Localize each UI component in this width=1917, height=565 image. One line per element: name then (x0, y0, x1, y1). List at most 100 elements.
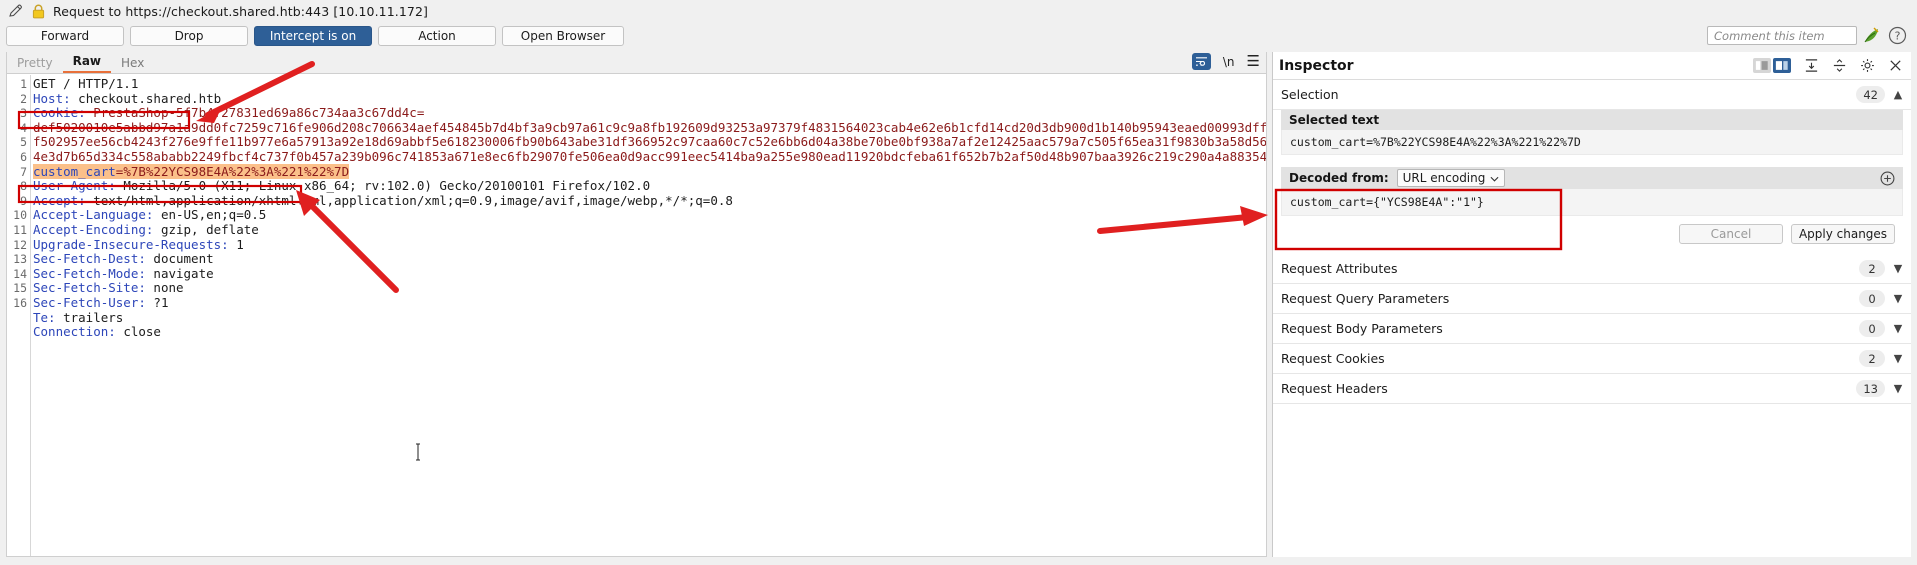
header-continuation-line: f502957ee56cb4243f276e9ffe11b977e6a57913… (33, 134, 1266, 150)
drop-button[interactable]: Drop (130, 26, 248, 46)
line-number: 5 (20, 135, 27, 150)
section-count-badge: 0 (1859, 290, 1885, 307)
expand-all-icon[interactable] (1804, 58, 1819, 73)
request-title: Request to https://checkout.shared.htb:4… (53, 3, 428, 19)
request-editor-panel: Pretty Raw Hex \n ☰ 1 2 3 4 5 6 7 8 9 10 11 12 13 14 1… (6, 52, 1267, 557)
intercept-toggle-button[interactable]: Intercept is on (254, 26, 372, 46)
inspector-panel: Inspector Selection 42 ▲ Selected text c… (1272, 52, 1911, 557)
section-label: Request Headers (1281, 381, 1388, 396)
chevron-down-icon[interactable]: ▼ (1893, 322, 1903, 335)
svg-text:?: ? (1895, 30, 1901, 43)
line-number: 10 (13, 208, 27, 223)
burp-proxy-intercept-window: Request to https://checkout.shared.htb:4… (0, 0, 1917, 565)
collapse-all-icon[interactable] (1832, 58, 1847, 73)
section-selection[interactable]: Selection 42 ▲ (1273, 80, 1911, 110)
line-number: 11 (13, 222, 27, 237)
comment-input[interactable]: Comment this item (1707, 26, 1857, 45)
tab-hex[interactable]: Hex (111, 55, 154, 73)
header-line: Accept-Encoding: gzip, deflate (33, 221, 259, 237)
help-circle-icon[interactable]: ? (1888, 26, 1907, 45)
tab-pretty[interactable]: Pretty (7, 55, 63, 73)
section-label: Request Cookies (1281, 351, 1385, 366)
request-text-content[interactable]: GET / HTTP/1.1 Host: checkout.shared.htb C… (33, 75, 1266, 556)
forward-button[interactable]: Forward (6, 26, 124, 46)
header-line: Cookie: PrestaShop-5f7b4f27831ed69a86c73… (33, 105, 425, 121)
header-line: Host: checkout.shared.htb (33, 90, 222, 106)
panel-right-icon[interactable] (1773, 58, 1791, 73)
chevron-down-icon[interactable]: ▼ (1893, 352, 1903, 365)
header-continuation-line: def5020010e5abbd97a1a9dd0fc7259c716fe906… (33, 119, 1266, 135)
open-browser-button[interactable]: Open Browser (502, 26, 624, 46)
inspector-title: Inspector (1279, 57, 1354, 74)
section-request-cookies[interactable]: Request Cookies 2 ▼ (1273, 344, 1911, 374)
section-count-badge: 2 (1859, 350, 1885, 367)
feather-icon[interactable] (1862, 26, 1881, 45)
section-count-badge: 0 (1859, 320, 1885, 337)
selection-count-badge: 42 (1856, 86, 1885, 103)
selection-label: Selection (1281, 87, 1339, 102)
header-line: Te: trailers (33, 309, 124, 325)
section-request-body-parameters[interactable]: Request Body Parameters 0 ▼ (1273, 314, 1911, 344)
line-number: 14 (13, 266, 27, 281)
line-number: 7 (20, 164, 27, 179)
plus-circle-icon[interactable] (1880, 171, 1895, 186)
request-line: GET / HTTP/1.1 (33, 76, 139, 91)
layout-toggle-group (1753, 58, 1791, 73)
action-button[interactable]: Action (378, 26, 496, 46)
editor-view-tabs: Pretty Raw Hex \n ☰ (7, 52, 1266, 74)
line-number: 12 (13, 237, 27, 252)
line-number: 4 (20, 120, 27, 135)
chevron-down-icon[interactable]: ▼ (1893, 262, 1903, 275)
section-count-badge: 2 (1859, 260, 1885, 277)
tab-raw[interactable]: Raw (62, 53, 112, 73)
cancel-button[interactable]: Cancel (1679, 224, 1783, 244)
header-line: Connection: close (33, 324, 161, 340)
section-count-badge: 13 (1856, 380, 1885, 397)
chevron-down-icon[interactable]: ▼ (1893, 292, 1903, 305)
line-number: 16 (13, 295, 27, 310)
line-number: 1 (20, 77, 27, 91)
proxy-action-toolbar: Forward Drop Intercept is on Action Open… (0, 24, 1917, 48)
line-number-gutter: 1 2 3 4 5 6 7 8 9 10 11 12 13 14 15 16 (7, 75, 31, 556)
chevron-down-icon[interactable]: ▼ (1893, 382, 1903, 395)
line-number: 15 (13, 281, 27, 296)
hamburger-menu-icon[interactable]: ☰ (1247, 54, 1260, 69)
header-line: Accept-Language: en-US,en;q=0.5 (33, 207, 267, 223)
line-number: 2 (20, 91, 27, 106)
chevron-up-icon[interactable]: ▲ (1893, 88, 1903, 101)
lock-icon (32, 4, 45, 19)
section-request-query-parameters[interactable]: Request Query Parameters 0 ▼ (1273, 284, 1911, 314)
chevron-down-icon (1490, 171, 1499, 185)
inspector-sections: Request Attributes 2 ▼ Request Query Parame… (1273, 254, 1911, 404)
line-number: 8 (20, 179, 27, 194)
header-line: Sec-Fetch-Mode: navigate (33, 265, 214, 281)
apply-changes-button[interactable]: Apply changes (1791, 224, 1895, 244)
section-request-headers[interactable]: Request Headers 13 ▼ (1273, 374, 1911, 404)
decoding-select-value: URL encoding (1402, 171, 1486, 185)
pencil-icon (8, 3, 24, 19)
section-label: Request Query Parameters (1281, 291, 1450, 306)
decoded-from-label: Decoded from: (1289, 171, 1389, 185)
section-label: Request Attributes (1281, 261, 1398, 276)
section-request-attributes[interactable]: Request Attributes 2 ▼ (1273, 254, 1911, 284)
line-number: 9 (20, 193, 27, 208)
gear-icon[interactable] (1860, 58, 1875, 73)
decoded-value[interactable]: custom_cart={"YCS98E4A":"1"} (1281, 189, 1903, 216)
decoded-block: Decoded from: URL encoding custom_cart={… (1281, 167, 1903, 216)
section-label: Request Body Parameters (1281, 321, 1443, 336)
newline-toggle-icon[interactable]: \n (1223, 55, 1235, 69)
header-line: Sec-Fetch-Dest: document (33, 251, 214, 267)
header-line: Sec-Fetch-Site: none (33, 280, 184, 296)
inspector-header: Inspector (1273, 52, 1911, 80)
raw-request-code[interactable]: 1 2 3 4 5 6 7 8 9 10 11 12 13 14 15 16 GET / HTTP/1.1 Ho… (7, 75, 1266, 556)
close-icon[interactable] (1888, 58, 1903, 73)
selection-action-row: Cancel Apply changes (1281, 216, 1903, 254)
panel-left-icon[interactable] (1753, 58, 1771, 73)
word-wrap-icon[interactable] (1191, 53, 1211, 70)
line-number: 13 (13, 252, 27, 267)
selection-content: Selected text custom_cart=%7B%22YCS98E4A… (1273, 110, 1911, 254)
header-line: User-Agent: Mozilla/5.0 (X11; Linux x86_… (33, 178, 651, 194)
header-line: Upgrade-Insecure-Requests: 1 (33, 236, 244, 252)
selected-text-value[interactable]: custom_cart=%7B%22YCS98E4A%22%3A%221%22%… (1281, 130, 1903, 155)
decoding-select[interactable]: URL encoding (1396, 169, 1506, 187)
